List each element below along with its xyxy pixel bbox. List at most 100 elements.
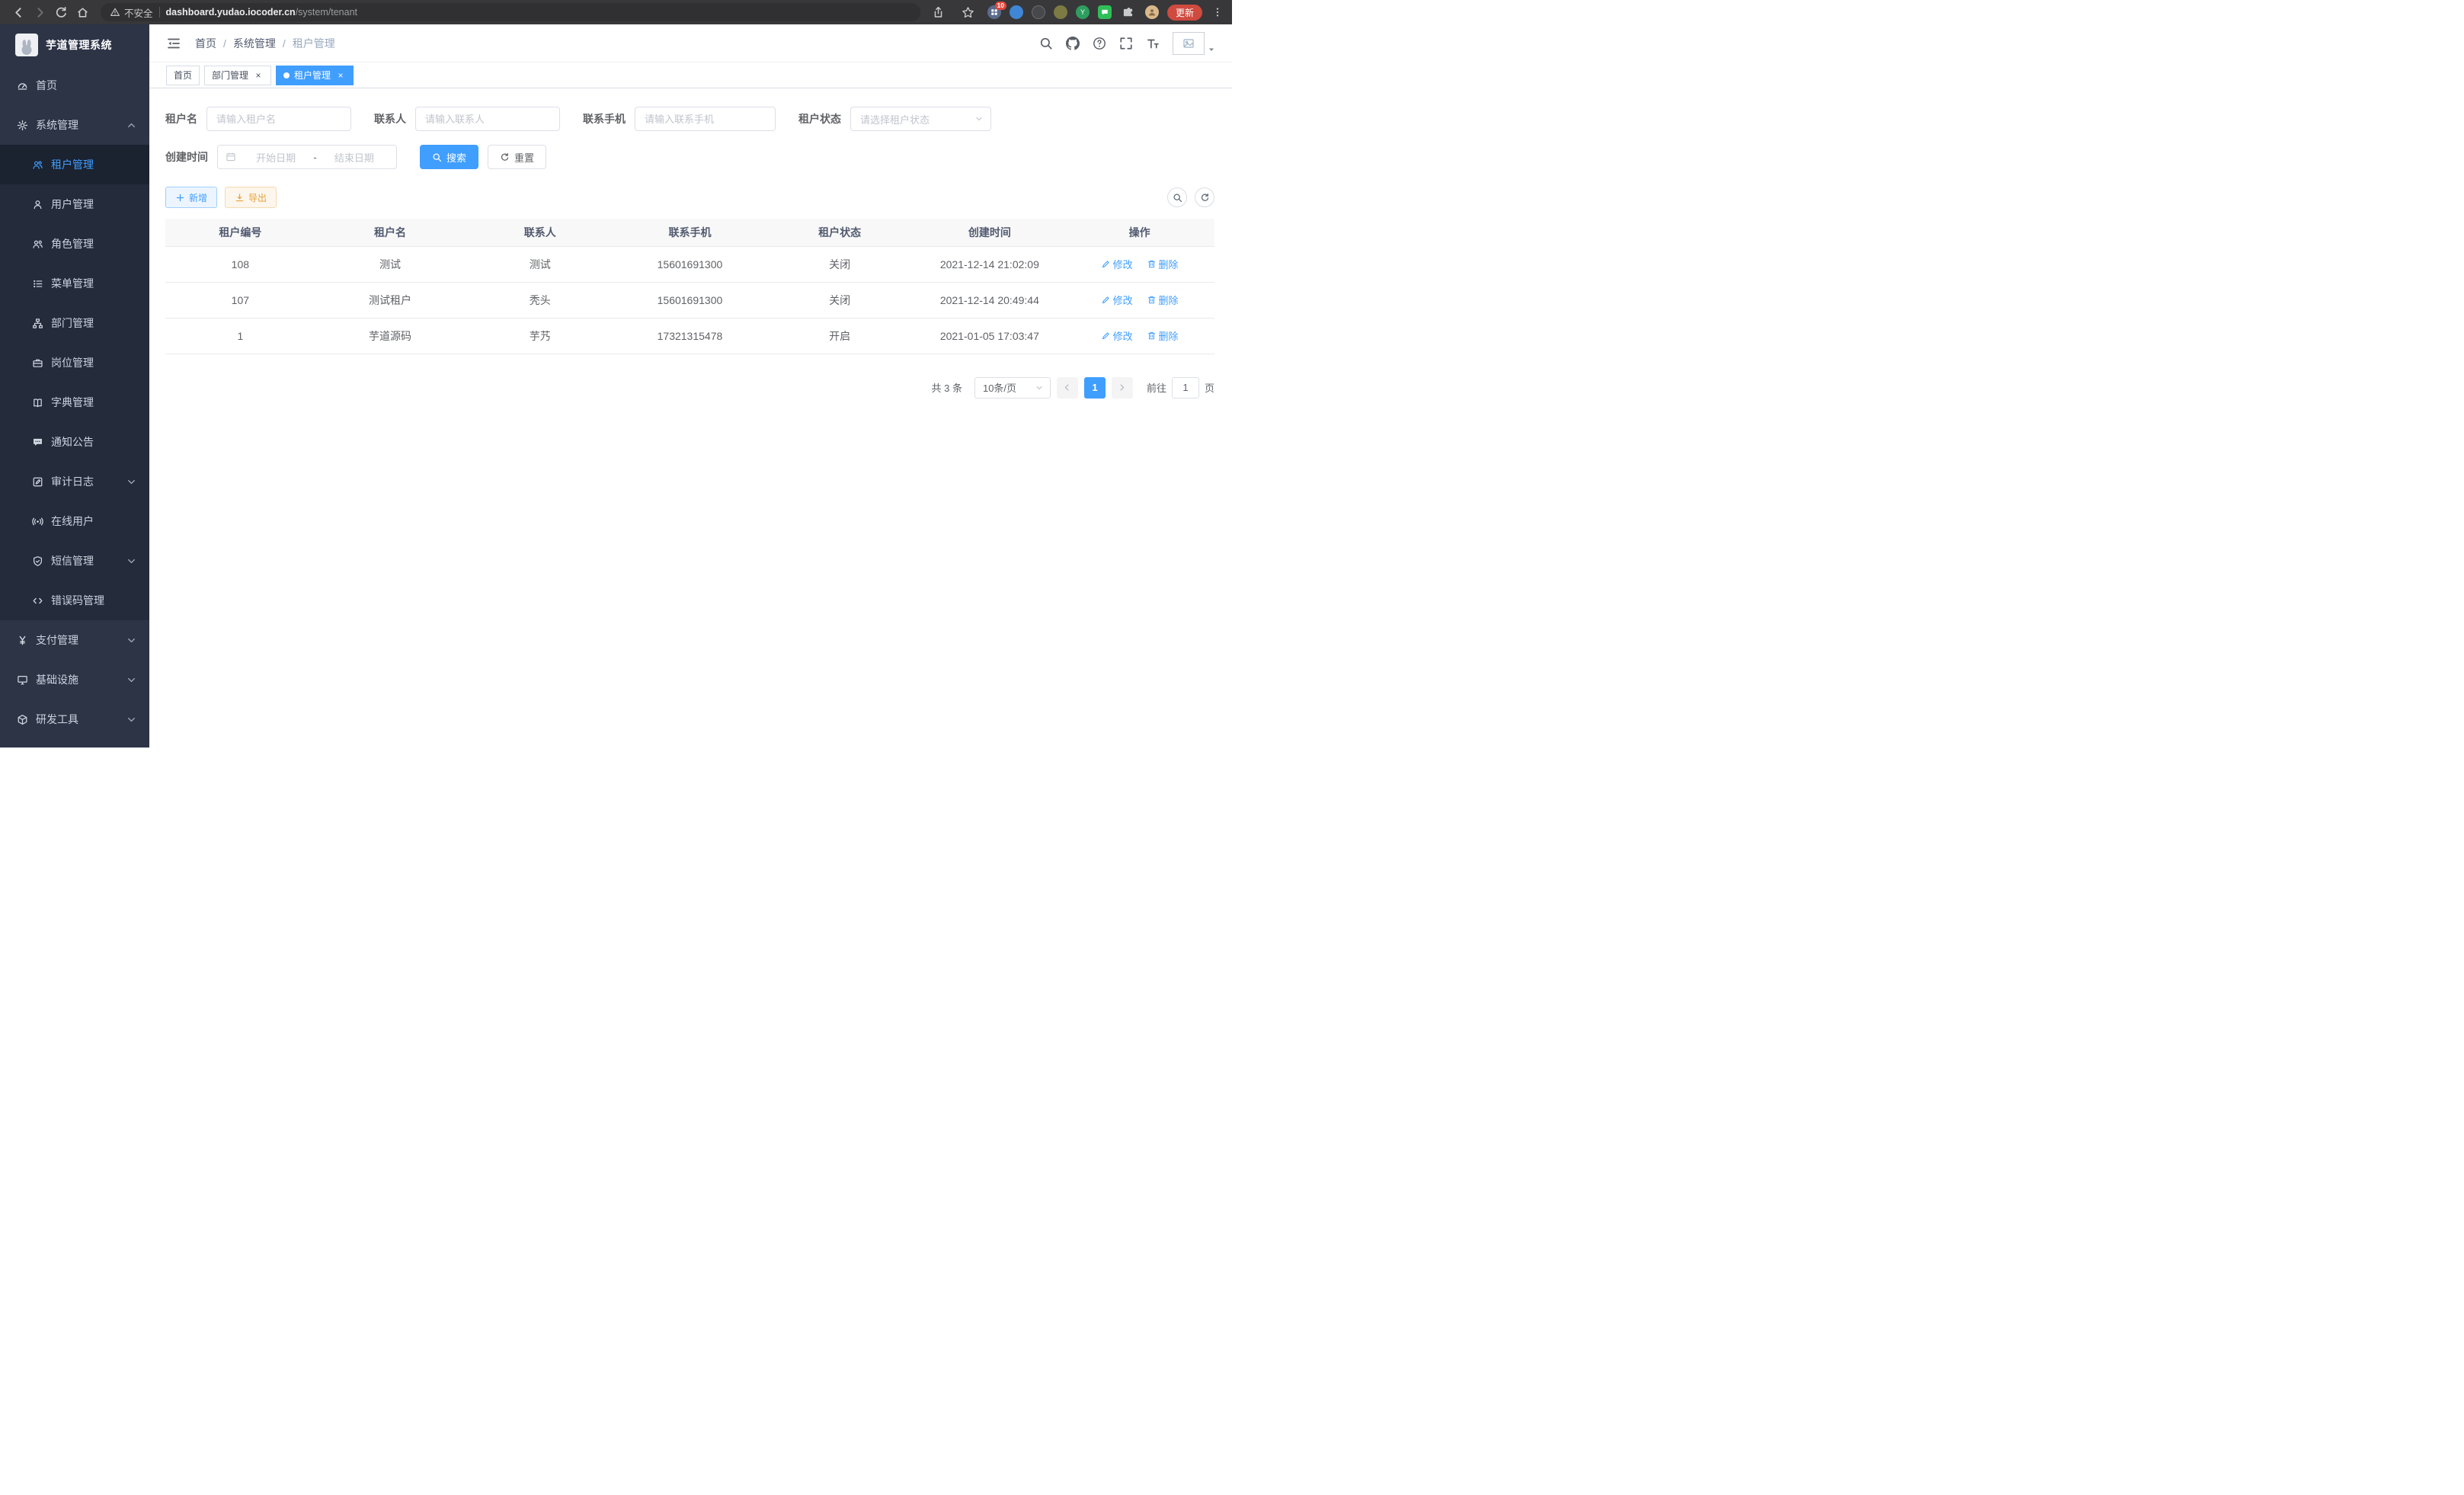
help-icon[interactable]	[1093, 37, 1106, 50]
sidebar-item-post-management[interactable]: 岗位管理	[0, 343, 149, 383]
tab-dept-management[interactable]: 部门管理	[204, 66, 271, 85]
chevron-down-icon	[974, 114, 984, 123]
sidebar-item-devtools[interactable]: 研发工具	[0, 699, 149, 739]
profile-avatar-icon[interactable]	[1145, 5, 1159, 19]
tab-home[interactable]: 首页	[166, 66, 200, 85]
browser-update-button[interactable]: 更新	[1167, 5, 1202, 21]
phone-input[interactable]	[635, 107, 776, 131]
roles-icon	[32, 238, 43, 250]
extension-olive-icon[interactable]	[1054, 5, 1067, 19]
cell-status: 关闭	[765, 246, 915, 282]
sidebar-item-home[interactable]: 首页	[0, 66, 149, 105]
github-icon[interactable]	[1066, 37, 1080, 50]
table-header-row: 租户编号 租户名 联系人 联系手机 租户状态 创建时间 操作	[165, 219, 1214, 246]
sidebar-item-tenant-management[interactable]: 租户管理	[0, 145, 149, 184]
delete-link[interactable]: 删除	[1147, 293, 1179, 307]
browser-forward-icon[interactable]	[29, 2, 50, 23]
sidebar-item-label: 短信管理	[51, 553, 94, 568]
share-icon[interactable]	[928, 2, 949, 23]
address-bar[interactable]: 不安全 dashboard.yudao.iocoder.cn/system/te…	[101, 3, 920, 21]
edit-link[interactable]: 修改	[1101, 328, 1133, 343]
sidebar-item-label: 首页	[36, 78, 57, 93]
column-contact: 联系人	[465, 219, 615, 246]
user-avatar[interactable]	[1173, 32, 1215, 55]
extensions-puzzle-icon[interactable]	[1120, 4, 1137, 21]
sidebar-item-user-management[interactable]: 用户管理	[0, 184, 149, 224]
sidebar-item-error-code[interactable]: 错误码管理	[0, 581, 149, 620]
plus-icon	[175, 193, 185, 203]
header-search-icon[interactable]	[1039, 37, 1053, 50]
tab-label: 部门管理	[212, 69, 248, 82]
close-icon[interactable]	[253, 70, 264, 81]
goto-unit-label: 页	[1205, 380, 1214, 395]
sidebar-item-role-management[interactable]: 角色管理	[0, 224, 149, 264]
fullscreen-icon[interactable]	[1119, 37, 1133, 50]
extension-green-circle-icon[interactable]: Y	[1076, 5, 1090, 19]
tab-tenant-management[interactable]: 租户管理	[276, 66, 354, 85]
browser-back-icon[interactable]	[8, 2, 29, 23]
omnibox-divider	[159, 7, 160, 18]
extension-dark-icon[interactable]	[1032, 5, 1045, 19]
goto-page-input[interactable]	[1172, 377, 1199, 399]
status-label: 租户状态	[798, 111, 841, 126]
reset-button[interactable]: 重置	[488, 145, 546, 169]
sidebar-item-payment[interactable]: 支付管理	[0, 620, 149, 660]
cell-tenant-id: 1	[165, 318, 315, 354]
browser-menu-kebab-icon[interactable]	[1211, 7, 1224, 18]
logo-image	[15, 34, 38, 56]
date-start-placeholder: 开始日期	[242, 150, 310, 165]
sidebar-item-dict-management[interactable]: 字典管理	[0, 383, 149, 422]
tenant-name-input[interactable]	[206, 107, 351, 131]
security-indicator[interactable]: 不安全	[110, 5, 153, 20]
status-select[interactable]: 请选择租户状态	[850, 107, 991, 131]
sidebar-item-dept-management[interactable]: 部门管理	[0, 303, 149, 343]
delete-link[interactable]: 删除	[1147, 257, 1179, 271]
chevron-right-icon	[1118, 383, 1126, 392]
sidebar-item-online-users[interactable]: 在线用户	[0, 501, 149, 541]
table-row: 1 芋道源码 芋艿 17321315478 开启 2021-01-05 17:0…	[165, 318, 1214, 354]
update-label: 更新	[1176, 6, 1194, 19]
refresh-table-icon[interactable]	[1195, 187, 1214, 207]
browser-home-icon[interactable]	[72, 2, 93, 23]
breadcrumb-home[interactable]: 首页	[195, 36, 216, 51]
current-page-button[interactable]: 1	[1084, 377, 1106, 399]
add-button[interactable]: 新增	[165, 187, 217, 208]
search-button-label: 搜索	[446, 150, 466, 165]
breadcrumb-system[interactable]: 系统管理	[216, 36, 276, 51]
export-button[interactable]: 导出	[225, 187, 277, 208]
extension-blue-icon[interactable]	[1010, 5, 1023, 19]
user-icon	[32, 199, 43, 210]
sidebar-item-notice[interactable]: 通知公告	[0, 422, 149, 462]
sidebar-item-sms-management[interactable]: 短信管理	[0, 541, 149, 581]
prev-page-button[interactable]	[1057, 377, 1078, 399]
date-range-picker[interactable]: 开始日期 - 结束日期	[217, 145, 397, 169]
page-size-select[interactable]: 10条/页	[974, 377, 1051, 399]
sidebar-toggle-icon[interactable]	[166, 36, 181, 51]
sidebar-item-infrastructure[interactable]: 基础设施	[0, 660, 149, 699]
search-button[interactable]: 搜索	[420, 145, 478, 169]
extension-chat-icon[interactable]	[1098, 5, 1112, 19]
bookmark-star-icon[interactable]	[958, 2, 979, 23]
toggle-search-icon[interactable]	[1167, 187, 1187, 207]
extension-tab-manager-icon[interactable]: 10	[987, 5, 1001, 19]
font-size-icon[interactable]	[1146, 37, 1160, 50]
edit-link[interactable]: 修改	[1101, 293, 1133, 307]
close-icon[interactable]	[335, 70, 346, 81]
sidebar-item-system-management[interactable]: 系统管理	[0, 105, 149, 145]
sidebar-item-audit-log[interactable]: 审计日志	[0, 462, 149, 501]
sidebar-item-menu-management[interactable]: 菜单管理	[0, 264, 149, 303]
contact-input[interactable]	[415, 107, 560, 131]
top-navbar: 首页 系统管理 租户管理	[149, 24, 1232, 62]
sidebar: 芋道管理系统 首页 系统管理 租户管理 用户管理 角色管	[0, 24, 149, 748]
shield-icon	[32, 555, 43, 567]
next-page-button[interactable]	[1112, 377, 1133, 399]
edit-link-label: 修改	[1113, 257, 1133, 271]
app-logo[interactable]: 芋道管理系统	[0, 24, 149, 66]
contact-label: 联系人	[374, 111, 406, 126]
edit-link[interactable]: 修改	[1101, 257, 1133, 271]
sidebar-item-label: 部门管理	[51, 315, 94, 331]
delete-link[interactable]: 删除	[1147, 328, 1179, 343]
date-end-placeholder: 结束日期	[320, 150, 389, 165]
browser-refresh-icon[interactable]	[50, 2, 72, 23]
delete-link-label: 删除	[1159, 293, 1179, 307]
